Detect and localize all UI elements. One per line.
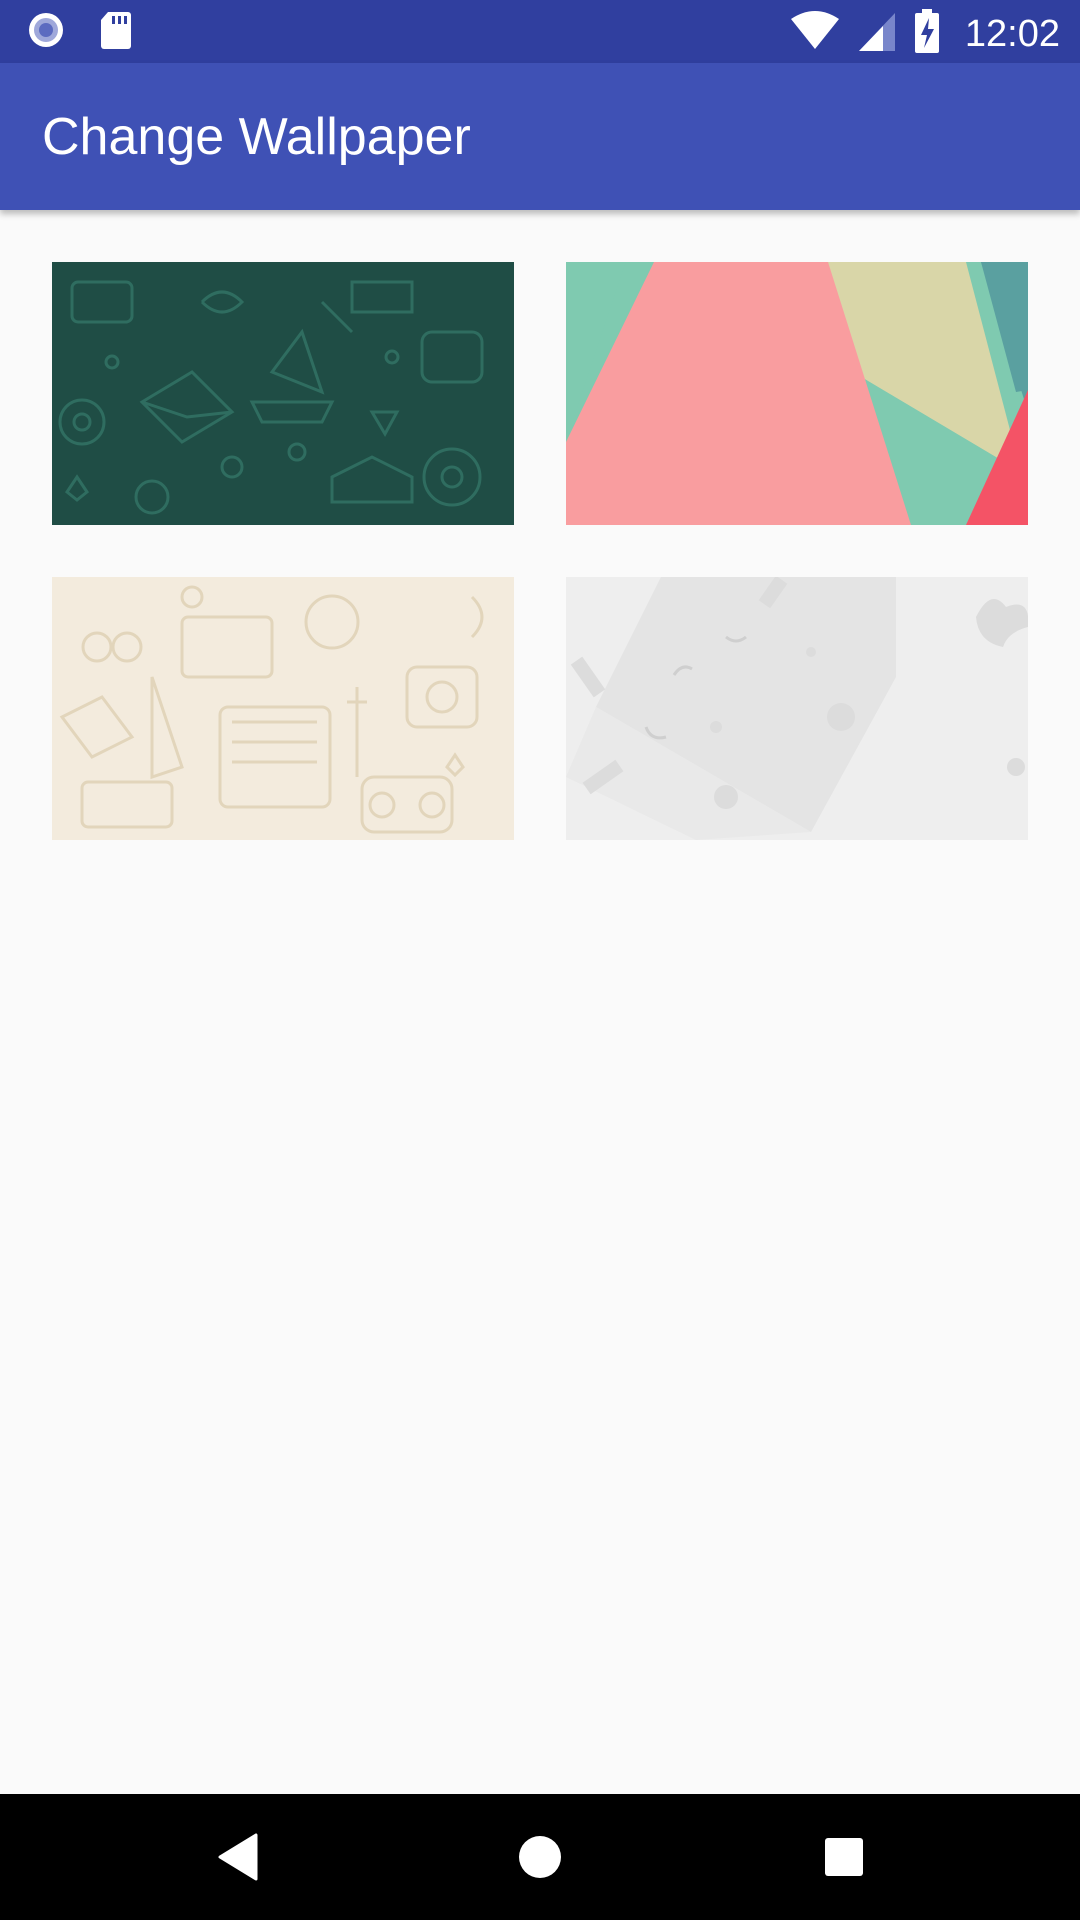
status-bar: 12:02 bbox=[0, 0, 1080, 63]
wallpaper-tile-doodle-green[interactable]: doodle-green bbox=[52, 262, 514, 525]
status-time: 12:02 bbox=[964, 12, 1060, 55]
back-button[interactable] bbox=[205, 1824, 271, 1890]
recents-icon bbox=[825, 1838, 863, 1876]
doodle-green-wallpaper-image bbox=[52, 262, 514, 525]
battery-charging-icon bbox=[913, 8, 941, 59]
home-button[interactable] bbox=[507, 1824, 573, 1890]
wifi-icon bbox=[789, 9, 841, 58]
sd-card-icon bbox=[100, 10, 132, 55]
page-title: Change Wallpaper bbox=[42, 108, 471, 166]
back-icon bbox=[218, 1833, 258, 1881]
doodle-beige-wallpaper-image bbox=[52, 577, 514, 840]
home-icon bbox=[519, 1836, 561, 1878]
app-bar: Change Wallpaper bbox=[0, 63, 1080, 210]
wallpaper-tile-doodle-beige[interactable]: doodle-beige bbox=[52, 577, 514, 840]
wallpaper-grid: doodle-green material-geometric bbox=[52, 262, 1028, 840]
light-gray-pattern-wallpaper-image bbox=[566, 577, 1028, 840]
material-geometric-wallpaper-image bbox=[566, 262, 1028, 525]
notification-circle-icon bbox=[26, 10, 66, 55]
navigation-bar bbox=[0, 1794, 1080, 1920]
wallpaper-tile-material-geometric[interactable]: material-geometric bbox=[566, 262, 1028, 525]
recents-button[interactable] bbox=[811, 1824, 877, 1890]
wallpaper-tile-light-gray-pattern[interactable]: light-gray-pattern bbox=[566, 577, 1028, 840]
cell-signal-icon bbox=[857, 9, 897, 58]
